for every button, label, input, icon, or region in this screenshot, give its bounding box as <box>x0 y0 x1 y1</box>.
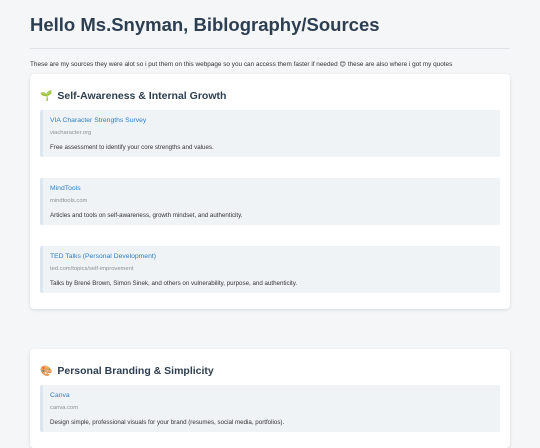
source-url: ted.com/topics/self-improvement <box>50 266 134 272</box>
section-heading-text: Personal Branding & Simplicity <box>57 365 214 377</box>
seedling-icon: 🌱 <box>40 91 53 102</box>
page-title: Hello Ms.Snyman, Biblography/Sources <box>30 0 510 49</box>
source-link[interactable]: Canva <box>50 392 493 399</box>
source-url: viacharacter.org <box>50 130 92 136</box>
section-heading-text: Self-Awareness & Internal Growth <box>57 90 227 102</box>
source-link[interactable]: VIA Character Strengths Survey <box>50 117 493 124</box>
section-self-awareness: 🌱 Self-Awareness & Internal Growth VIA C… <box>30 74 510 309</box>
intro-text: These are my sources they were alot so i… <box>30 61 453 68</box>
palette-icon: 🎨 <box>40 366 53 377</box>
page: Hello Ms.Snyman, Biblography/Sources The… <box>0 0 540 448</box>
section-heading: 🌱 Self-Awareness & Internal Growth <box>40 90 500 102</box>
source-url: mindtools.com <box>50 198 88 204</box>
source-link[interactable]: MindTools <box>50 185 493 192</box>
section-heading: 🎨 Personal Branding & Simplicity <box>40 365 500 377</box>
source-card: TED Talks (Personal Development) ted.com… <box>40 246 500 293</box>
source-description: Free assessment to identify your core st… <box>50 144 214 151</box>
source-description: Talks by Brené Brown, Simon Sinek, and o… <box>50 280 298 287</box>
source-url: canva.com <box>50 405 79 411</box>
source-description: Articles and tools on self-awareness, gr… <box>50 212 243 219</box>
section-personal-branding: 🎨 Personal Branding & Simplicity Canva c… <box>30 349 510 448</box>
source-card: MindTools mindtools.com Articles and too… <box>40 178 500 225</box>
source-link[interactable]: TED Talks (Personal Development) <box>50 253 493 260</box>
source-description: Design simple, professional visuals for … <box>50 419 285 426</box>
source-card: Canva canva.com Design simple, professio… <box>40 385 500 432</box>
source-card: VIA Character Strengths Survey viacharac… <box>40 110 500 157</box>
